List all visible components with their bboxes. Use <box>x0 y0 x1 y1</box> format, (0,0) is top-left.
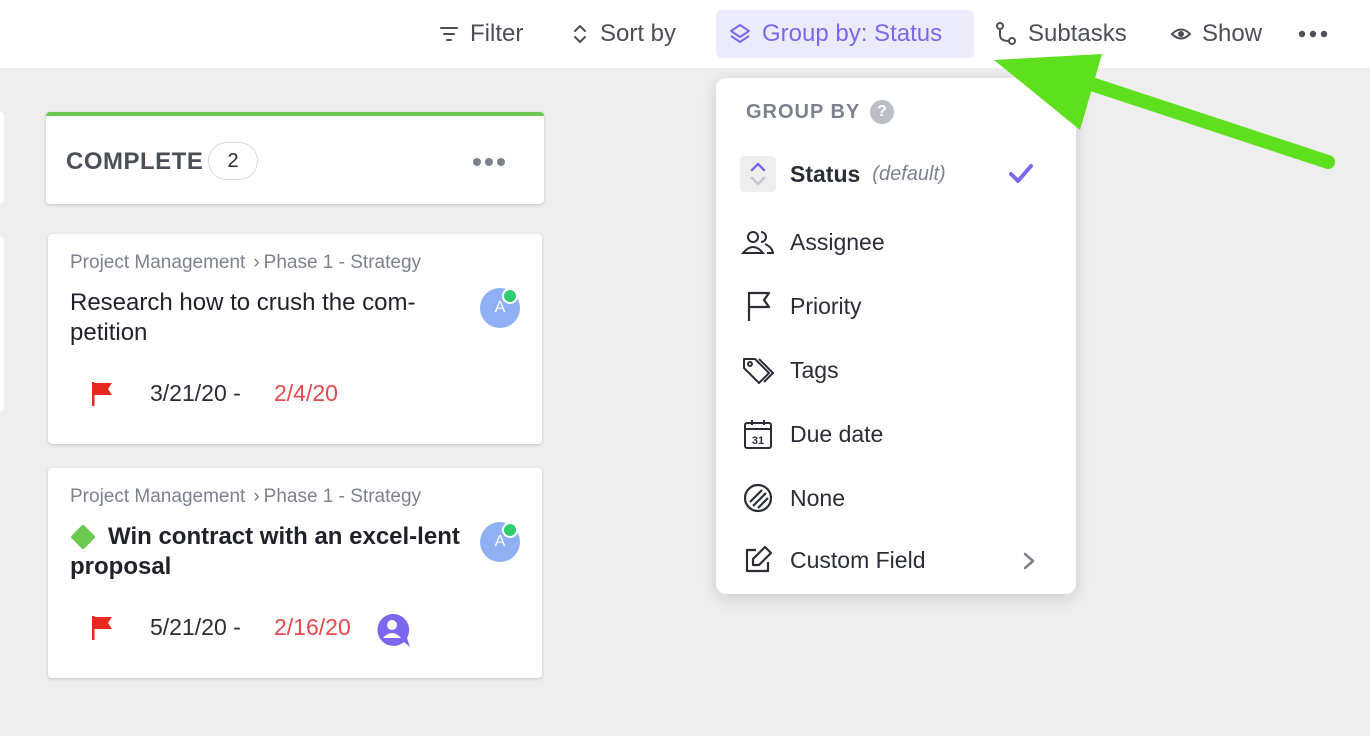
flag-icon <box>92 616 112 640</box>
online-status-dot <box>502 288 518 304</box>
previous-column-header-edge <box>0 112 4 204</box>
more-horizontal-icon <box>473 158 505 166</box>
filter-icon <box>440 27 458 41</box>
column-more-button[interactable] <box>472 154 506 172</box>
flag-icon <box>92 382 112 406</box>
breadcrumb: Project Management › Phase 1 - Strategy <box>70 252 421 274</box>
tags-icon <box>740 352 776 388</box>
more-horizontal-icon <box>1298 30 1328 38</box>
breadcrumb-space: Project Management <box>70 252 246 273</box>
chevron-right-icon <box>1022 550 1036 577</box>
watcher-user-icon[interactable] <box>374 612 412 655</box>
filter-button[interactable]: Filter <box>438 10 523 58</box>
breadcrumb-list: Phase 1 - Strategy <box>263 486 422 507</box>
online-status-dot <box>502 522 518 538</box>
task-card[interactable]: Project Management › Phase 1 - Strategy Re… <box>48 234 542 444</box>
filter-label: Filter <box>470 20 524 47</box>
edit-square-icon <box>740 542 776 578</box>
flag-outline-icon <box>740 288 776 324</box>
group-option-tags[interactable]: Tags <box>740 346 1052 394</box>
column-count-badge: 2 <box>208 142 258 180</box>
group-option-none[interactable]: None <box>740 474 1052 522</box>
previous-column-card-edge <box>0 236 4 412</box>
column-title: COMPLETE <box>66 148 204 175</box>
breadcrumb-space: Project Management <box>70 486 246 507</box>
none-striped-circle-icon <box>740 480 776 516</box>
column-header-complete: COMPLETE 2 <box>46 112 544 204</box>
group-by-label: Group by: Status <box>762 20 943 47</box>
breadcrumb: Project Management › Phase 1 - Strategy <box>70 486 421 508</box>
task-card[interactable]: Project Management › Phase 1 - Strategy Wi… <box>48 468 542 678</box>
start-date[interactable]: 5/21/20 - <box>150 614 241 641</box>
sort-icon <box>574 25 586 43</box>
sort-label: Sort by <box>600 20 677 47</box>
group-option-assignee[interactable]: Assignee <box>740 218 1052 266</box>
priority-flag-icon[interactable] <box>90 614 114 647</box>
svg-text:31: 31 <box>752 435 764 447</box>
priority-flag-icon[interactable] <box>90 380 114 413</box>
status-sort-icon <box>740 156 776 192</box>
due-date[interactable]: 2/4/20 <box>274 380 338 407</box>
task-title[interactable]: Research how to crush the com-petition <box>70 288 470 348</box>
due-date[interactable]: 2/16/20 <box>274 614 351 641</box>
group-option-custom-field[interactable]: Custom Field <box>740 536 1052 584</box>
group-by-button[interactable]: Group by: Status <box>716 10 974 58</box>
users-icon <box>740 224 776 260</box>
show-label: Show <box>1202 20 1263 47</box>
chevron-right-icon: › <box>253 252 260 273</box>
breadcrumb-list: Phase 1 - Strategy <box>263 252 422 273</box>
menu-heading: GROUP BY ? <box>746 100 895 124</box>
start-date[interactable]: 3/21/20 - <box>150 380 241 407</box>
annotation-arrow-icon <box>994 54 1335 169</box>
calendar-icon: 31 <box>740 416 776 452</box>
default-tag: (default) <box>872 162 946 185</box>
sort-button[interactable]: Sort by <box>570 10 676 58</box>
help-icon[interactable]: ? <box>870 100 895 124</box>
group-option-priority[interactable]: Priority <box>740 282 1052 330</box>
user-comment-icon <box>377 613 410 647</box>
chevron-right-icon: › <box>253 486 260 507</box>
subtasks-icon <box>996 22 1016 45</box>
task-title[interactable]: Win contract with an excel-lent proposal <box>70 522 470 582</box>
eye-icon <box>1170 28 1192 40</box>
layers-icon <box>730 24 750 43</box>
subtasks-label: Subtasks <box>1028 20 1127 47</box>
group-option-due-date[interactable]: 31 Due date <box>740 410 1052 458</box>
